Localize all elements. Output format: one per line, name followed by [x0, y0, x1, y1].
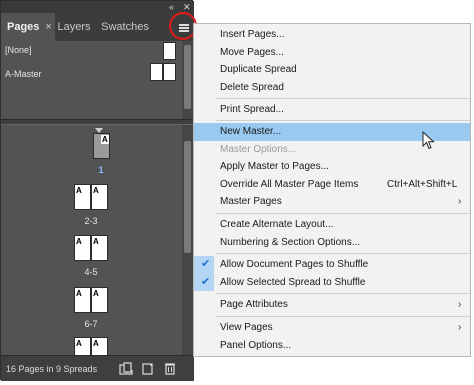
page-thumbnail-2[interactable]: A: [74, 184, 91, 210]
menu-separator: [216, 120, 470, 121]
menu-separator: [216, 253, 470, 254]
mouse-cursor-icon: [422, 131, 435, 150]
submenu-arrow-icon: ›: [458, 299, 462, 310]
page-thumbnail-5[interactable]: A: [91, 235, 108, 261]
menu-item-label: Duplicate Spread: [220, 64, 297, 75]
menu-item-panel-options[interactable]: Panel Options...: [194, 337, 470, 355]
menu-item-label: Override All Master Page Items: [220, 178, 359, 190]
menu-item-label: Move Pages...: [220, 46, 284, 58]
menu-item-label: New Master...: [220, 126, 282, 137]
menu-item-allow-spread-shuffle[interactable]: ✔ Allow Selected Spread to Shuffle: [194, 273, 470, 291]
menu-item-shortcut: Ctrl+Alt+Shift+L: [387, 178, 458, 190]
master-none-thumbnail[interactable]: [163, 42, 176, 60]
menu-item-label: Insert Pages...: [220, 29, 285, 40]
pages-section: A 1 A A 2-3 A A 4-5 A A 6-7 A A: [1, 125, 182, 355]
tab-swatches[interactable]: Swatches: [97, 13, 153, 41]
menu-item-allow-document-shuffle[interactable]: ✔ Allow Document Pages to Shuffle: [194, 256, 470, 274]
menu-separator: [216, 293, 470, 294]
panel-tab-bar: Pages × Layers Swatches: [1, 13, 194, 41]
menu-item-label: Apply Master to Pages...: [220, 161, 329, 172]
page-master-letter: A: [93, 289, 99, 298]
page-thumbnail-8[interactable]: A: [74, 337, 91, 355]
menu-item-label: Allow Document Pages to Shuffle: [220, 259, 369, 270]
menu-item-create-alternate-layout[interactable]: Create Alternate Layout...: [194, 216, 470, 234]
tab-pages-label: Pages: [7, 21, 40, 33]
menu-separator: [216, 213, 470, 214]
page-thumbnail-1[interactable]: A: [93, 133, 110, 159]
page-master-letter: A: [101, 135, 109, 144]
new-page-icon[interactable]: [141, 362, 155, 375]
tab-layers-label: Layers: [57, 21, 91, 33]
menu-item-numbering-section-options[interactable]: Numbering & Section Options...: [194, 234, 470, 252]
menu-item-override-master-items[interactable]: Override All Master Page Items Ctrl+Alt+…: [194, 176, 470, 194]
menu-item-delete-spread[interactable]: Delete Spread: [194, 79, 470, 97]
menu-item-label: Master Options...: [220, 143, 297, 155]
panel-footer: 16 Pages in 9 Spreads: [1, 355, 194, 381]
page-count-status: 16 Pages in 9 Spreads: [6, 364, 98, 374]
a-master-right-thumbnail[interactable]: [163, 63, 176, 81]
menu-item-view-pages[interactable]: View Pages ›: [194, 319, 470, 337]
masters-section: [None] A-Master: [1, 41, 182, 119]
page-master-letter: A: [93, 237, 99, 246]
menu-separator: [216, 316, 470, 317]
menu-item-print-spread[interactable]: Print Spread...: [194, 101, 470, 119]
tab-swatches-label: Swatches: [101, 21, 149, 33]
tab-pages[interactable]: Pages ×: [1, 13, 55, 41]
menu-item-label: Print Spread...: [220, 104, 284, 115]
page-master-letter: A: [76, 339, 82, 348]
menu-item-label: Allow Selected Spread to Shuffle: [220, 276, 366, 288]
spread-label-1: 1: [98, 165, 104, 175]
a-master-label[interactable]: A-Master: [5, 69, 42, 79]
spread-label-2-3: 2-3: [84, 216, 98, 226]
page-thumbnail-9[interactable]: A: [91, 337, 108, 355]
menu-item-insert-pages[interactable]: Insert Pages...: [194, 26, 470, 44]
panel-title-strip: « ✕: [1, 1, 194, 13]
checkmark-icon: ✔: [201, 258, 211, 270]
menu-item-duplicate-spread[interactable]: Duplicate Spread: [194, 61, 470, 79]
panel-flyout-menu: Insert Pages... Move Pages... Duplicate …: [193, 23, 471, 357]
menu-item-move-pages[interactable]: Move Pages...: [194, 44, 470, 62]
page-master-letter: A: [93, 186, 99, 195]
page-thumbnail-4[interactable]: A: [74, 235, 91, 261]
page-thumbnail-6[interactable]: A: [74, 287, 91, 313]
tab-close-icon[interactable]: ×: [45, 21, 51, 33]
masters-scroll-thumb[interactable]: [184, 45, 191, 109]
tab-layers[interactable]: Layers: [55, 13, 93, 41]
edit-page-size-icon[interactable]: [119, 362, 133, 375]
menu-item-label: Panel Options...: [220, 339, 292, 351]
page-master-letter: A: [93, 339, 99, 348]
page-master-letter: A: [76, 289, 82, 298]
menu-item-label: Page Attributes: [220, 299, 288, 310]
collapse-icon[interactable]: «: [169, 1, 174, 13]
pages-scrollbar[interactable]: [182, 125, 193, 355]
page-thumbnail-3[interactable]: A: [91, 184, 108, 210]
page-thumbnail-7[interactable]: A: [91, 287, 108, 313]
menu-item-label: Create Alternate Layout...: [220, 219, 334, 230]
menu-item-label: Delete Spread: [220, 81, 284, 93]
menu-item-label: View Pages: [220, 322, 273, 333]
delete-page-icon[interactable]: [163, 362, 177, 375]
menu-item-page-attributes[interactable]: Page Attributes ›: [194, 296, 470, 314]
spread-label-6-7: 6-7: [84, 319, 98, 329]
menu-item-master-pages[interactable]: Master Pages ›: [194, 193, 470, 211]
a-master-left-thumbnail[interactable]: [150, 63, 163, 81]
menu-item-apply-master[interactable]: Apply Master to Pages...: [194, 158, 470, 176]
pages-panel: « ✕ Pages × Layers Swatches [None] A-Mast…: [0, 0, 197, 381]
master-none-label[interactable]: [None]: [5, 45, 32, 55]
submenu-arrow-icon: ›: [458, 196, 462, 207]
pages-scroll-thumb[interactable]: [184, 141, 191, 253]
menu-item-label: Numbering & Section Options...: [220, 236, 361, 248]
checkmark-icon: ✔: [201, 275, 211, 288]
submenu-arrow-icon: ›: [458, 322, 462, 333]
masters-scrollbar[interactable]: [182, 41, 193, 119]
page-master-letter: A: [76, 186, 82, 195]
menu-item-label: Master Pages: [220, 196, 282, 207]
page-master-letter: A: [76, 237, 82, 246]
spread-label-4-5: 4-5: [84, 267, 98, 277]
menu-separator: [216, 98, 470, 99]
